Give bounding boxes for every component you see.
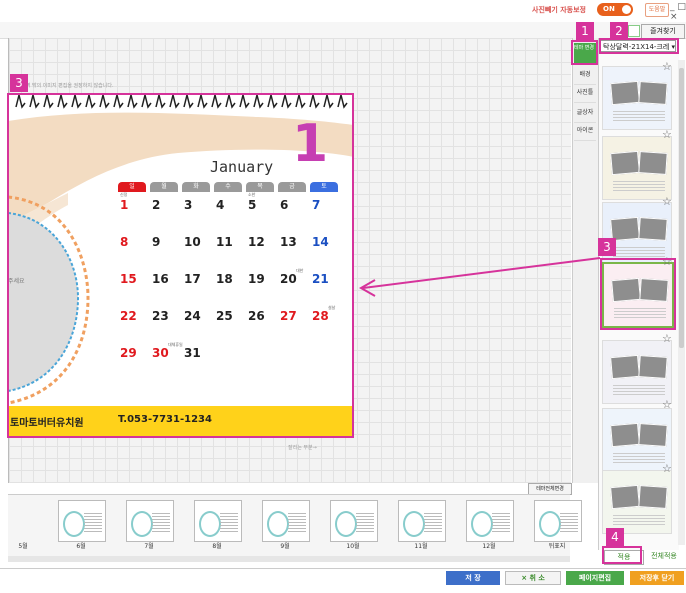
page-thumb-label: 6월 [76,543,86,550]
page-thumb[interactable] [194,500,242,542]
autosave-toggle[interactable]: ON [597,3,633,16]
page-thumb-label: 5월 [18,543,28,550]
tool-icon[interactable]: 아이콘 [574,122,596,141]
theme-scrollbar[interactable] [678,60,685,545]
star-icon[interactable]: ☆ [662,332,672,345]
autosave-label: 사진빼기 자동보정 [532,6,586,14]
page-thumb-label: 10월 [346,543,360,550]
highlight-selected-theme [600,258,676,330]
annotation-badge: 4 [606,528,624,546]
star-icon[interactable]: ☆ [662,60,672,73]
scrollbar-handle[interactable] [679,68,684,348]
theme-thumb[interactable] [602,136,672,200]
annotation-badge: 1 [576,22,594,40]
page-thumb[interactable] [330,500,378,542]
page-thumb[interactable] [534,500,582,542]
tool-photo-frame[interactable]: 사진틀 [574,84,596,103]
star-icon[interactable]: ☆ [662,398,672,411]
page-thumb[interactable] [126,500,174,542]
toggle-label: ON [603,5,615,13]
theme-thumb[interactable] [602,340,672,404]
page-thumb[interactable] [398,500,446,542]
top-bar: 사진빼기 자동보정 ON 도움말 _ □ × [0,0,686,23]
page-highlight [7,93,354,438]
star-icon[interactable]: ☆ [662,128,672,141]
highlight-theme-change [571,40,598,65]
filmstrip-scrollbar[interactable] [8,556,570,562]
highlight-theme-select [599,38,679,54]
color-swatch[interactable] [628,25,640,37]
annotation-arrow [358,257,601,297]
apply-all-button[interactable]: 전체적용 [645,550,683,563]
star-icon[interactable]: ☆ [662,462,672,475]
annotation-badge: 2 [610,22,628,40]
page-thumb[interactable] [262,500,310,542]
page-thumb-label: 7월 [144,543,154,550]
help-button[interactable]: 도움말 [645,3,669,17]
page-thumb-label: 8월 [212,543,222,550]
tool-text-box[interactable]: 글상자 [574,104,596,123]
save-button[interactable]: 저 장 [446,571,500,585]
cancel-button[interactable]: × 취 소 [505,571,561,585]
save-close-button[interactable]: 저장후 닫기 [630,571,684,585]
highlight-apply [602,546,642,564]
tool-background[interactable]: 배경 [574,66,596,85]
page-thumb-label: 11월 [414,543,428,550]
annotation-badge: 3 [10,74,28,92]
favorites-button[interactable]: 즐겨찾기 [641,24,685,39]
cut-note: 잘리는 부분→ [288,445,317,451]
star-icon[interactable]: ☆ [662,195,672,208]
page-thumb[interactable] [466,500,514,542]
theme-thumb[interactable] [602,66,672,130]
page-thumb-label: 뒤표지 [548,543,566,550]
page-edit-button[interactable]: 페이지편집 [566,571,624,585]
page-thumb-label: 12월 [482,543,496,550]
theme-thumb[interactable] [602,470,672,534]
toggle-knob [622,5,631,14]
page-thumb-label: 9월 [280,543,290,550]
window-controls-icon[interactable]: _ □ × [670,2,686,22]
page-thumb[interactable] [58,500,106,542]
